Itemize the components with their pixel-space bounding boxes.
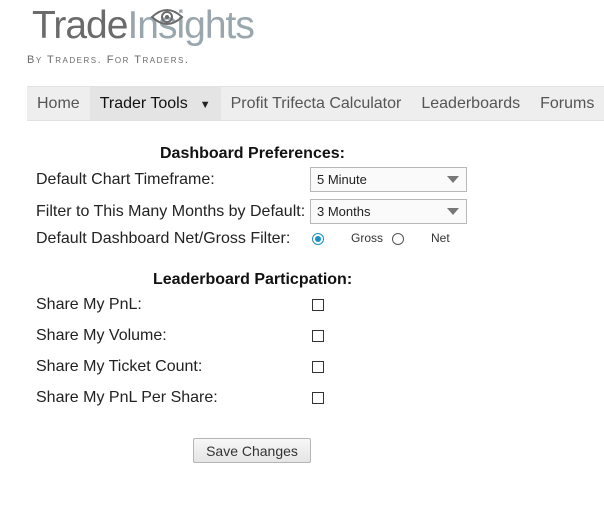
save-changes-button[interactable]: Save Changes <box>193 438 311 463</box>
share-pnl-checkbox[interactable] <box>312 299 324 311</box>
logo-text: TradeInsights <box>32 4 255 47</box>
share-pnl-per-share-checkbox[interactable] <box>312 392 324 404</box>
logo-insights: Insights <box>127 4 254 47</box>
chart-timeframe-value: 5 Minute <box>317 172 367 187</box>
nav-home[interactable]: Home <box>27 87 90 120</box>
eye-icon <box>150 9 184 25</box>
tagline: By Traders. For Traders. <box>27 54 190 66</box>
months-filter-value: 3 Months <box>317 204 371 219</box>
nav-trader-tools[interactable]: Trader Tools ▼ <box>89 87 221 120</box>
logo[interactable]: TradeInsights <box>32 4 255 47</box>
leaderboard-participation-title: Leaderboard Particpation: <box>153 271 353 288</box>
site-header: TradeInsights By Traders. For Traders. <box>0 0 604 86</box>
net-gross-label: Default Dashboard Net/Gross Filter: <box>36 230 291 247</box>
share-ticket-count-label: Share My Ticket Count: <box>36 358 203 375</box>
net-radio[interactable] <box>392 233 404 245</box>
net-radio-label: Net <box>431 231 450 245</box>
chevron-down-icon <box>447 208 459 215</box>
share-pnl-per-share-label: Share My PnL Per Share: <box>36 389 218 406</box>
main-nav: Home Trader Tools ▼ Profit Trifecta Calcu… <box>27 86 604 121</box>
dashboard-preferences-title: Dashboard Preferences: <box>160 145 345 162</box>
share-volume-label: Share My Volume: <box>36 327 167 344</box>
months-filter-label: Filter to This Many Months by Default: <box>36 203 306 220</box>
nav-forums[interactable]: Forums <box>530 87 604 120</box>
nav-trader-tools-label: Trader Tools <box>99 95 188 112</box>
nav-profit-trifecta[interactable]: Profit Trifecta Calculator <box>221 87 412 120</box>
dropdown-caret-icon: ▼ <box>199 99 211 111</box>
chevron-down-icon <box>447 176 459 183</box>
share-ticket-count-checkbox[interactable] <box>312 361 324 373</box>
chart-timeframe-select[interactable]: 5 Minute <box>310 167 467 192</box>
nav-leaderboards[interactable]: Leaderboards <box>411 87 530 120</box>
logo-trade: Trade <box>32 4 128 47</box>
gross-radio[interactable] <box>312 233 324 245</box>
months-filter-select[interactable]: 3 Months <box>310 199 467 224</box>
share-volume-checkbox[interactable] <box>312 330 324 342</box>
gross-radio-label: Gross <box>351 231 384 245</box>
share-pnl-label: Share My PnL: <box>36 296 142 313</box>
chart-timeframe-label: Default Chart Timeframe: <box>36 171 215 188</box>
